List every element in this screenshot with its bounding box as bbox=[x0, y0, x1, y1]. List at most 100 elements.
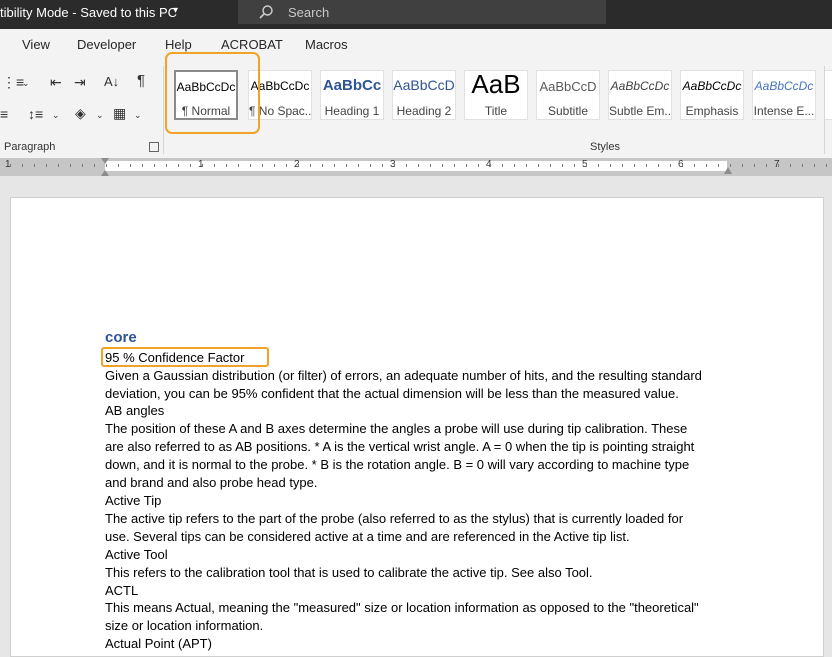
style-sample: AaBbCcDc bbox=[682, 79, 742, 93]
ruler-tick bbox=[802, 164, 803, 167]
document-line[interactable]: This means Actual, meaning the "measured… bbox=[105, 600, 699, 615]
style-intense-emphasis[interactable]: AaBbCcDc Intense E... bbox=[752, 70, 816, 120]
ruler-tick bbox=[10, 164, 11, 167]
style-subtitle[interactable]: AaBbCcD Subtitle bbox=[536, 70, 600, 120]
chevron-down-icon[interactable]: ⌄ bbox=[134, 107, 142, 123]
ruler-tick bbox=[742, 164, 743, 167]
search-input[interactable]: Search bbox=[288, 5, 329, 20]
document-line[interactable]: AB angles bbox=[105, 403, 164, 418]
ruler-tick bbox=[598, 164, 599, 167]
highlight-heading-line bbox=[101, 347, 269, 367]
ruler-tick bbox=[358, 164, 359, 167]
decrease-indent-icon[interactable]: ⇤ bbox=[50, 74, 62, 90]
chevron-down-icon[interactable]: ⌄ bbox=[96, 107, 104, 123]
ruler-tick bbox=[34, 164, 35, 167]
paragraph-group-label: Paragraph bbox=[4, 141, 56, 153]
document-line[interactable]: Actual Point (APT) bbox=[105, 636, 212, 651]
ruler-tick bbox=[754, 164, 755, 167]
right-indent-marker[interactable] bbox=[724, 167, 732, 174]
style-sample: AaB bbox=[471, 70, 521, 99]
document-title[interactable]: tibility Mode - Saved to this PC bbox=[0, 5, 177, 20]
style-heading-1[interactable]: AaBbCc Heading 1 bbox=[320, 70, 384, 120]
style-name: Subtitle bbox=[547, 104, 589, 118]
chevron-down-icon[interactable]: ⌄ bbox=[52, 107, 60, 123]
document-line[interactable]: size or location information. bbox=[105, 618, 263, 633]
sort-icon[interactable]: A↓ bbox=[104, 74, 119, 90]
document-line[interactable]: The position of these A and B axes deter… bbox=[105, 421, 687, 436]
ruler-tick bbox=[22, 164, 23, 167]
style-name: Heading 1 bbox=[324, 104, 380, 118]
document-line[interactable]: are also referred to as AB positions. * … bbox=[105, 439, 694, 454]
ruler-tick bbox=[826, 164, 827, 167]
ruler-tick bbox=[550, 164, 551, 167]
ruler-tick bbox=[70, 164, 71, 167]
tab-macros[interactable]: Macros bbox=[305, 37, 348, 52]
ruler-tick bbox=[322, 164, 323, 167]
ruler-tick bbox=[286, 164, 287, 167]
line-spacing-icon[interactable]: ↕≡ bbox=[28, 106, 43, 122]
ruler-tick bbox=[298, 164, 299, 167]
borders-icon[interactable]: ▦ bbox=[113, 105, 126, 121]
ruler-tick bbox=[130, 164, 131, 167]
tab-help[interactable]: Help bbox=[165, 37, 192, 52]
styles-group-label: Styles bbox=[590, 141, 620, 153]
chevron-down-icon[interactable]: ▾ bbox=[173, 5, 178, 16]
ruler-tick bbox=[226, 164, 227, 167]
style-subtle-emphasis[interactable]: AaBbCcDc Subtle Em... bbox=[608, 70, 672, 120]
style-emphasis[interactable]: AaBbCcDc Emphasis bbox=[680, 70, 744, 120]
ruler-tick bbox=[622, 164, 623, 167]
ruler-tick bbox=[418, 164, 419, 167]
ruler-tick bbox=[154, 164, 155, 167]
ruler-tick bbox=[502, 164, 503, 167]
ruler-tick bbox=[106, 164, 107, 167]
document-heading[interactable]: core bbox=[105, 329, 137, 346]
document-line[interactable]: ACTL bbox=[105, 583, 138, 598]
justify-icon[interactable]: ≡ bbox=[0, 106, 8, 122]
document-line[interactable]: This refers to the calibration tool that… bbox=[105, 565, 593, 580]
show-formatting-marks-icon[interactable]: ¶ bbox=[137, 73, 145, 89]
document-line[interactable]: Active Tip bbox=[105, 493, 161, 508]
increase-indent-icon[interactable]: ⇥ bbox=[74, 74, 86, 90]
ruler-tick bbox=[202, 164, 203, 167]
style-sample: AaBbCcDc bbox=[754, 79, 814, 93]
ruler-tick bbox=[166, 164, 167, 167]
style-name: Intense E... bbox=[753, 104, 815, 118]
tab-acrobat[interactable]: ACROBAT bbox=[221, 37, 283, 52]
document-line[interactable]: down, and it is normal to the probe. * B… bbox=[105, 457, 689, 472]
document-line[interactable]: and brand and also probe head type. bbox=[105, 475, 318, 490]
ruler-tick bbox=[610, 164, 611, 167]
document-line[interactable]: Active Tool bbox=[105, 547, 168, 562]
ruler-tick bbox=[214, 164, 215, 167]
style-name: Title bbox=[484, 104, 508, 118]
ruler-tick bbox=[394, 164, 395, 167]
document-line[interactable]: deviation, you can be 95% confident that… bbox=[105, 386, 679, 401]
title-bar: tibility Mode - Saved to this PC ▾ Searc… bbox=[0, 0, 832, 29]
ruler-tick bbox=[370, 164, 371, 167]
ruler-tick bbox=[526, 164, 527, 167]
ruler-tick bbox=[766, 164, 767, 167]
tab-view[interactable]: View bbox=[22, 37, 50, 52]
style-heading-2[interactable]: AaBbCcD Heading 2 bbox=[392, 70, 456, 120]
ruler-tick bbox=[694, 164, 695, 167]
style-name: Emphasis bbox=[685, 104, 739, 118]
document-line[interactable]: Given a Gaussian distribution (or filter… bbox=[105, 368, 702, 383]
style-title[interactable]: AaB Title bbox=[464, 70, 528, 120]
ruler-tick bbox=[718, 164, 719, 167]
document-line[interactable]: use. Several tips can be considered acti… bbox=[105, 529, 630, 544]
multilevel-list-icon[interactable]: ⋮≡ bbox=[2, 74, 24, 90]
ruler-tick bbox=[250, 164, 251, 167]
style-sample: AaBbCcD bbox=[393, 77, 455, 93]
style-more[interactable] bbox=[824, 70, 832, 120]
paragraph-dialog-launcher[interactable] bbox=[149, 142, 159, 152]
tab-developer[interactable]: Developer bbox=[77, 37, 136, 52]
shading-icon[interactable]: ◈ bbox=[75, 105, 86, 121]
chevron-down-icon[interactable]: ⌄ bbox=[22, 75, 30, 91]
search-icon[interactable] bbox=[258, 4, 274, 20]
ruler-tick bbox=[466, 164, 467, 167]
document-line[interactable]: The active tip refers to the part of the… bbox=[105, 511, 683, 526]
ruler-tick bbox=[586, 164, 587, 167]
style-name: Heading 2 bbox=[396, 104, 452, 118]
first-line-indent-marker[interactable] bbox=[101, 158, 109, 164]
ruler-tick bbox=[94, 164, 95, 167]
style-sample: AaBbCcDc bbox=[610, 79, 670, 93]
